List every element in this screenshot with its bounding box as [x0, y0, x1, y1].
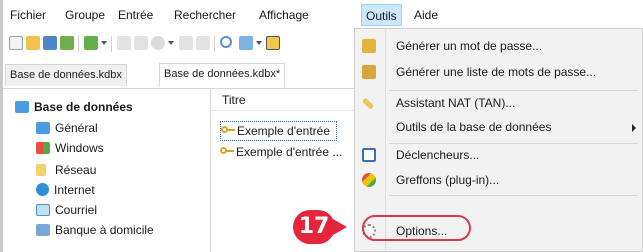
folder-icon — [36, 122, 50, 134]
list-item[interactable]: Exemple d'entrée — [220, 121, 338, 141]
mail-icon — [36, 204, 50, 216]
list-icon[interactable] — [196, 36, 210, 50]
open-database-icon[interactable] — [26, 36, 40, 50]
tab-database-1[interactable]: Base de données.kdbx — [5, 64, 127, 86]
toolbar-separator — [111, 36, 112, 52]
plugins-icon — [362, 173, 376, 187]
chevron-right-icon — [632, 124, 636, 132]
password-list-icon — [362, 65, 376, 79]
key-icon — [220, 147, 234, 157]
menu-item-label: Outils de la base de données — [396, 120, 552, 134]
copy-password-icon[interactable] — [134, 36, 148, 50]
menu-groupe[interactable]: Groupe — [65, 8, 105, 22]
entry-title: Exemple d'entrée — [237, 124, 331, 138]
globe-icon — [36, 183, 49, 196]
tree-group-label: Banque à domicile — [55, 223, 154, 237]
tab-database-2[interactable]: Base de données.kdbx* — [159, 63, 286, 87]
database-icon — [15, 101, 29, 113]
chevron-down-icon[interactable] — [256, 41, 262, 45]
toolbar-separator — [78, 36, 79, 52]
windows-icon — [36, 142, 50, 154]
toolbar-separator — [214, 36, 215, 52]
tree-group-label: Windows — [55, 141, 104, 155]
save-icon[interactable] — [43, 36, 57, 50]
menu-item-generate-password-list[interactable]: Générer une liste de mots de passe... — [355, 60, 642, 84]
menu-bar: Fichier Groupe Entrée Rechercher Afficha… — [3, 0, 640, 30]
tree-root-database[interactable]: Base de données — [15, 97, 133, 117]
network-icon — [36, 164, 46, 176]
step-badge: 17 — [293, 210, 347, 244]
search-icon[interactable] — [220, 36, 232, 48]
tree-group-windows[interactable]: Windows — [36, 138, 104, 158]
tree-group-label: Général — [55, 121, 98, 135]
tree-group-label: Courriel — [55, 203, 98, 217]
add-entry-icon[interactable] — [84, 36, 98, 50]
autotype-icon[interactable] — [179, 36, 193, 50]
tree-group-label: Réseau — [55, 163, 97, 177]
menu-item-label: Générer un mot de passe... — [396, 39, 543, 53]
sync-icon[interactable] — [60, 36, 74, 50]
group-tree: Base de données Général Windows Réseau I… — [3, 89, 211, 252]
menu-item-label: Greffons (plug-in)... — [396, 173, 500, 187]
key-icon — [221, 126, 235, 136]
triggers-icon — [362, 148, 376, 162]
menu-item-plugins[interactable]: Greffons (plug-in)... — [355, 168, 642, 192]
menu-entree[interactable]: Entrée — [118, 8, 153, 22]
copy-username-icon[interactable] — [117, 36, 131, 50]
menu-item-label: Assistant NAT (TAN)... — [396, 96, 516, 110]
percent-icon — [36, 224, 50, 236]
menu-aide[interactable]: Aide — [414, 8, 438, 22]
chevron-down-icon[interactable] — [101, 41, 107, 45]
menu-affichage[interactable]: Affichage — [259, 8, 309, 22]
tree-group-general[interactable]: Général — [36, 118, 98, 138]
tree-root-label: Base de données — [34, 100, 133, 114]
tree-group-banque[interactable]: Banque à domicile — [36, 220, 154, 240]
chevron-down-icon[interactable] — [168, 41, 174, 45]
column-header-titre[interactable]: Titre — [212, 89, 357, 111]
menu-separator — [389, 195, 638, 196]
open-url-icon[interactable] — [151, 36, 165, 50]
options-highlight-ring — [362, 215, 471, 241]
menu-outils[interactable]: Outils — [361, 4, 402, 26]
menu-item-database-tools[interactable]: Outils de la base de données — [355, 115, 642, 139]
menu-item-label: Générer une liste de mots de passe... — [396, 65, 597, 79]
tree-group-label: Internet — [54, 183, 95, 197]
tree-group-reseau[interactable]: Réseau — [36, 160, 96, 180]
wand-icon — [361, 97, 375, 110]
show-entries-icon[interactable] — [239, 36, 253, 50]
menu-item-triggers[interactable]: Déclencheurs... — [355, 143, 642, 167]
menu-item-tan-wizard[interactable]: Assistant NAT (TAN)... — [355, 91, 642, 115]
menu-fichier[interactable]: Fichier — [10, 8, 46, 22]
menu-rechercher[interactable]: Rechercher — [174, 8, 236, 22]
tree-group-internet[interactable]: Internet — [36, 180, 95, 200]
lock-icon[interactable] — [266, 36, 280, 50]
entry-title: Exemple d'entrée ... — [236, 145, 343, 159]
list-item[interactable]: Exemple d'entrée ... — [220, 142, 348, 162]
menu-item-label: Déclencheurs... — [396, 148, 480, 162]
menu-item-generate-password[interactable]: Générer un mot de passe... — [355, 34, 642, 58]
password-generator-icon — [362, 39, 376, 53]
new-database-icon[interactable] — [9, 36, 23, 50]
tree-group-courriel[interactable]: Courriel — [36, 200, 97, 220]
